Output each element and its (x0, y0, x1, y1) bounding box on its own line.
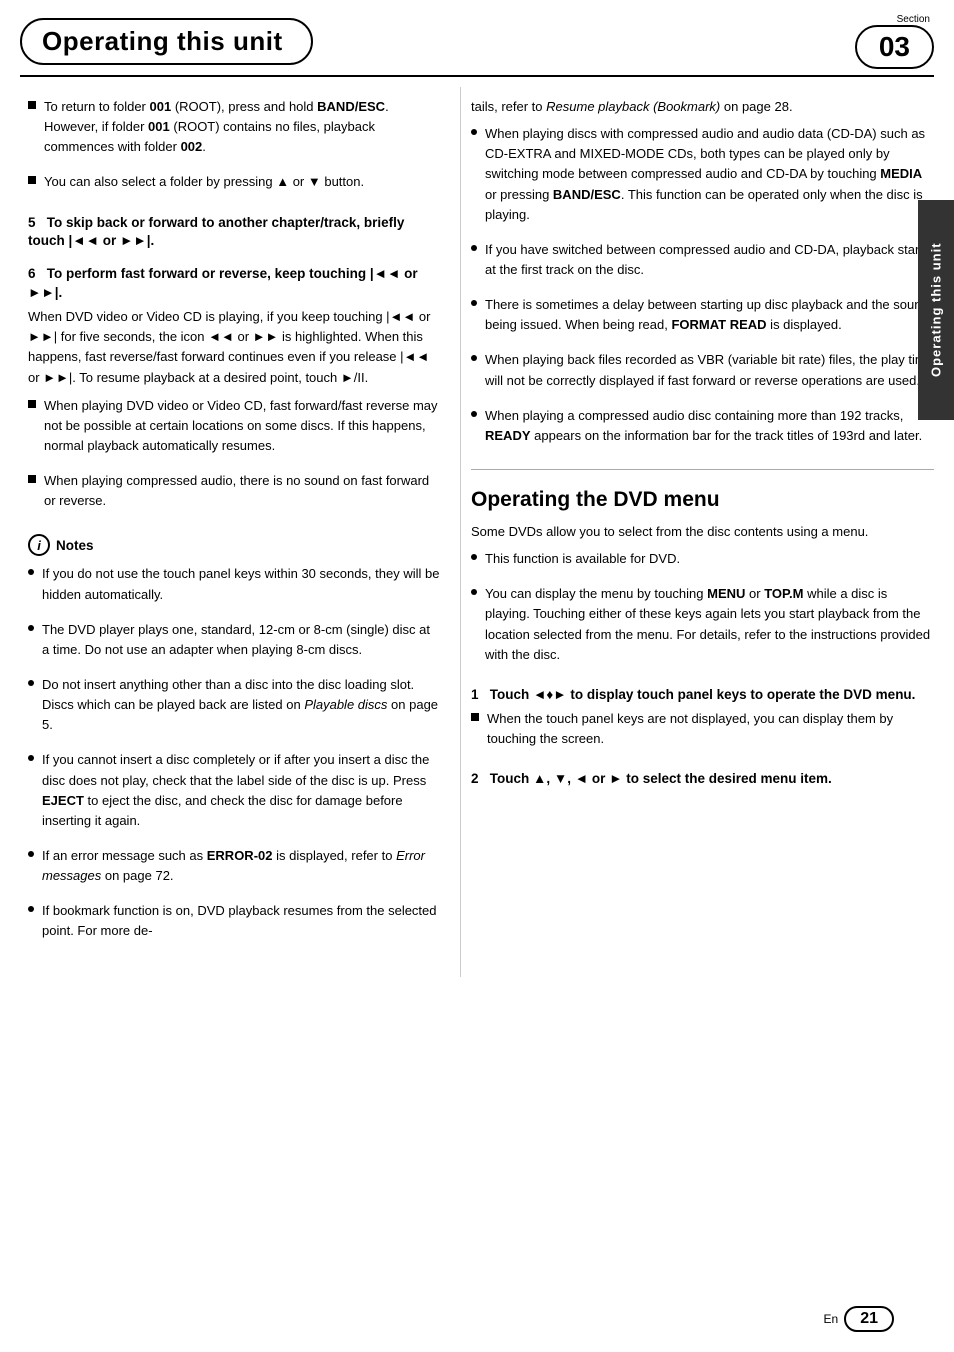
notes-label: Notes (56, 538, 94, 553)
note-5: If an error message such as ERROR-02 is … (28, 846, 440, 893)
note-6-text: If bookmark function is on, DVD playback… (42, 901, 440, 941)
bullet-dot (471, 589, 477, 595)
note-5-text: If an error message such as ERROR-02 is … (42, 846, 440, 886)
intro-bullet-1-text: To return to folder 001 (ROOT), press an… (44, 97, 440, 157)
main-content: To return to folder 001 (ROOT), press an… (0, 77, 954, 977)
bullet-dot (471, 355, 477, 361)
header: Operating this unit Section 03 (0, 0, 954, 69)
step6-bullet-2-text: When playing compressed audio, there is … (44, 471, 440, 511)
bullet-dot (471, 554, 477, 560)
note-1: If you do not use the touch panel keys w… (28, 564, 440, 611)
step6-bullet-1: When playing DVD video or Video CD, fast… (28, 396, 440, 463)
intro-bullet-2-text: You can also select a folder by pressing… (44, 172, 364, 192)
continued-text: tails, refer to Resume playback (Bookmar… (471, 97, 934, 117)
bullet-dot (28, 851, 34, 857)
bullet-dot (28, 755, 34, 761)
notes-header: i Notes (28, 534, 440, 556)
footer-en-label: En (824, 1312, 839, 1326)
bullet-dot (28, 680, 34, 686)
bullet-dot (28, 625, 34, 631)
dvd-bullet-2-text: You can display the menu by touching MEN… (485, 584, 934, 665)
note-3: Do not insert anything other than a disc… (28, 675, 440, 742)
step5-heading: 5 To skip back or forward to another cha… (28, 214, 440, 252)
intro-bullet-2: You can also select a folder by pressing… (28, 172, 440, 199)
notes-section: i Notes If you do not use the touch pane… (28, 534, 440, 948)
step6-heading: 6 To perform fast forward or reverse, ke… (28, 265, 440, 303)
right-bullet-1: When playing discs with compressed audio… (471, 124, 934, 232)
right-column: tails, refer to Resume playback (Bookmar… (460, 87, 954, 977)
note-1-text: If you do not use the touch panel keys w… (42, 564, 440, 604)
intro-bullet-1: To return to folder 001 (ROOT), press an… (28, 97, 440, 164)
step6-bullet-2: When playing compressed audio, there is … (28, 471, 440, 518)
note-3-text: Do not insert anything other than a disc… (42, 675, 440, 735)
dvd-menu-intro: Some DVDs allow you to select from the d… (471, 522, 934, 542)
bullet-icon (471, 713, 479, 721)
dvd-step1-bullet-text: When the touch panel keys are not displa… (487, 709, 934, 749)
bullet-dot (28, 569, 34, 575)
right-bullet-4: When playing back files recorded as VBR … (471, 350, 934, 397)
section-number: 03 (855, 25, 934, 69)
left-column: To return to folder 001 (ROOT), press an… (0, 87, 460, 977)
right-bullet-3: There is sometimes a delay between start… (471, 295, 934, 342)
bullet-dot (471, 411, 477, 417)
right-bullet-2: If you have switched between compressed … (471, 240, 934, 287)
bullet-icon (28, 475, 36, 483)
note-2-text: The DVD player plays one, standard, 12-c… (42, 620, 440, 660)
dvd-bullet-1-text: This function is available for DVD. (485, 549, 680, 569)
note-6: If bookmark function is on, DVD playback… (28, 901, 440, 948)
footer: En 21 (824, 1306, 894, 1332)
right-bullet-1-text: When playing discs with compressed audio… (485, 124, 934, 225)
title-area: Operating this unit (20, 14, 313, 69)
step6-bullet-1-text: When playing DVD video or Video CD, fast… (44, 396, 440, 456)
step6-body: When DVD video or Video CD is playing, i… (28, 307, 440, 388)
bullet-icon (28, 400, 36, 408)
bullet-dot (28, 906, 34, 912)
note-2: The DVD player plays one, standard, 12-c… (28, 620, 440, 667)
page: Operating this unit Section 03 Operating… (0, 0, 954, 1352)
dvd-bullet-2: You can display the menu by touching MEN… (471, 584, 934, 672)
note-4: If you cannot insert a disc completely o… (28, 750, 440, 838)
dvd-bullet-1: This function is available for DVD. (471, 549, 934, 576)
title-text: Operating this unit (42, 26, 283, 57)
bullet-dot (471, 129, 477, 135)
side-tab: Operating this unit (918, 200, 954, 420)
right-bullet-3-text: There is sometimes a delay between start… (485, 295, 934, 335)
right-bullet-4-text: When playing back files recorded as VBR … (485, 350, 934, 390)
section-label: Section (897, 14, 934, 25)
note-4-text: If you cannot insert a disc completely o… (42, 750, 440, 831)
page-title: Operating this unit (20, 18, 313, 65)
right-bullet-5-text: When playing a compressed audio disc con… (485, 406, 934, 446)
bullet-dot (471, 245, 477, 251)
section-area: Section 03 (855, 14, 934, 69)
dvd-step2-heading: 2 Touch ▲, ▼, ◄ or ► to select the desir… (471, 770, 934, 789)
bullet-icon (28, 101, 36, 109)
bullet-dot (471, 300, 477, 306)
dvd-step1-bullet: When the touch panel keys are not displa… (471, 709, 934, 756)
dvd-menu-heading: Operating the DVD menu (471, 488, 934, 512)
dvd-step1-heading: 1 Touch ◄♦► to display touch panel keys … (471, 686, 934, 705)
right-bullet-2-text: If you have switched between compressed … (485, 240, 934, 280)
notes-icon: i (28, 534, 50, 556)
right-bullet-5: When playing a compressed audio disc con… (471, 406, 934, 453)
section-divider (471, 469, 934, 470)
page-number: 21 (844, 1306, 894, 1332)
bullet-icon (28, 176, 36, 184)
